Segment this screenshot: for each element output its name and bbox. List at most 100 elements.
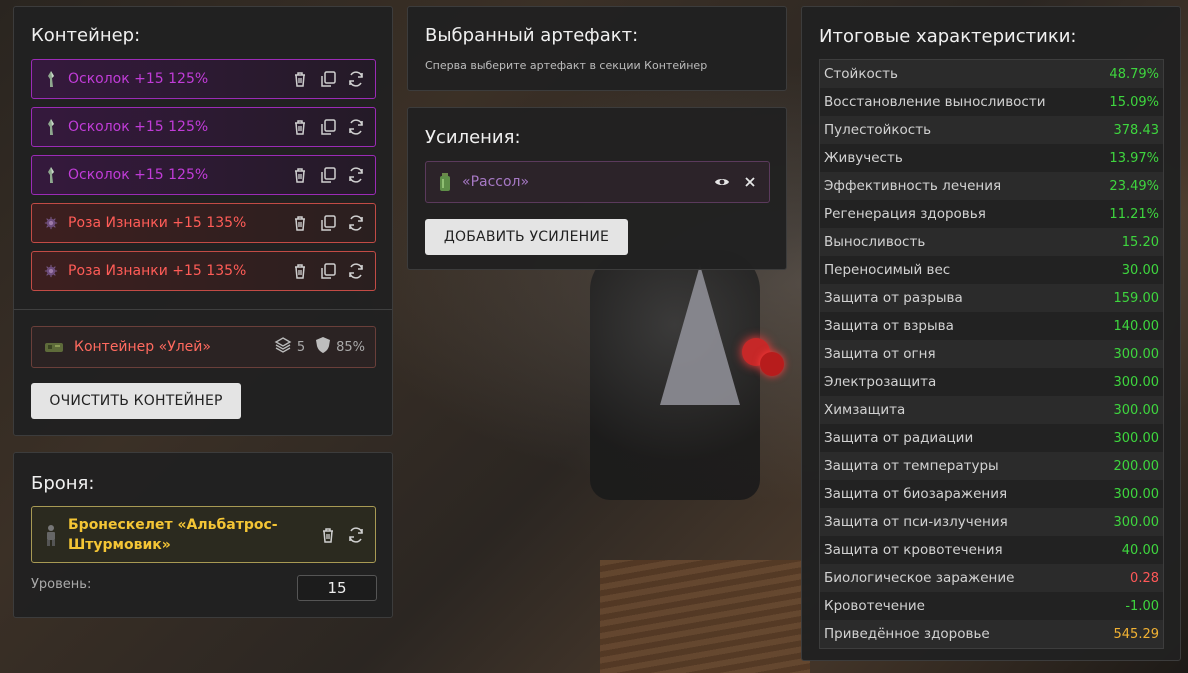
container-name: Контейнер «Улей»: [74, 339, 211, 355]
copy-icon[interactable]: [319, 70, 337, 88]
container-slots-value: 5: [296, 339, 306, 355]
trash-icon[interactable]: [291, 166, 309, 184]
trash-icon[interactable]: [291, 118, 309, 136]
stat-value: 300.00: [1113, 430, 1160, 446]
swap-icon[interactable]: [347, 70, 365, 88]
stat-label: Защита от кровотечения: [824, 542, 1003, 558]
stat-value: 300.00: [1113, 486, 1160, 502]
swap-icon[interactable]: [347, 118, 365, 136]
stat-row: Стойкость 48.79%: [820, 60, 1163, 88]
stat-label: Защита от разрыва: [824, 290, 963, 306]
stat-value: 300.00: [1113, 346, 1160, 362]
stats-table: Стойкость 48.79% Восстановление выносливос…: [819, 59, 1164, 649]
stat-value: 15.20: [1121, 234, 1159, 250]
stat-row: Переносимый вес 30.00: [820, 256, 1163, 284]
level-input[interactable]: 15: [297, 575, 377, 601]
container-protection-value: 85%: [336, 339, 365, 355]
stat-row: Кровотечение -1.00: [820, 592, 1163, 620]
stat-value: 30.00: [1121, 262, 1159, 278]
stat-label: Защита от температуры: [824, 458, 999, 474]
container-panel: Контейнер: Осколок +15 125% Осколок +15 1…: [13, 6, 393, 436]
divider: [14, 309, 392, 310]
rose-icon: [44, 262, 58, 280]
shard-icon: [44, 118, 58, 136]
boost-actions: [713, 173, 759, 191]
stat-label: Защита от пси-излучения: [824, 514, 1008, 530]
swap-icon[interactable]: [347, 262, 365, 280]
swap-icon[interactable]: [347, 526, 365, 544]
background-wood-plank: [600, 560, 810, 673]
stat-row: Регенерация здоровья 11.21%: [820, 200, 1163, 228]
eye-icon[interactable]: [713, 173, 731, 191]
stat-label: Эффективность лечения: [824, 178, 1002, 194]
stat-label: Переносимый вес: [824, 262, 951, 278]
stat-row: Электрозащита 300.00: [820, 368, 1163, 396]
container-slots: 5: [274, 336, 305, 358]
armor-name-line1: Бронескелет «Альбатрос-: [68, 516, 278, 533]
background-robot-eye: [742, 338, 770, 366]
stat-row: Защита от радиации 300.00: [820, 424, 1163, 452]
trash-icon[interactable]: [319, 526, 337, 544]
stat-label: Электрозащита: [824, 374, 937, 390]
artifact-item[interactable]: Осколок +15 125%: [31, 155, 376, 195]
stat-row: Защита от температуры 200.00: [820, 452, 1163, 480]
boost-item[interactable]: «Рассол»: [425, 161, 770, 203]
stat-row: Защита от биозаражения 300.00: [820, 480, 1163, 508]
shield-icon: [315, 336, 331, 358]
shard-icon: [44, 166, 58, 184]
background-crystal: [660, 265, 740, 405]
artifact-name: Роза Изнанки +15 135%: [68, 215, 247, 231]
trash-icon[interactable]: [291, 262, 309, 280]
artifact-actions: [291, 118, 365, 136]
stat-label: Биологическое заражение: [824, 570, 1015, 586]
selected-artifact-hint: Сперва выберите артефакт в секции Контей…: [425, 59, 708, 72]
artifact-item[interactable]: Роза Изнанки +15 135%: [31, 251, 376, 291]
level-label: Уровень:: [31, 577, 92, 592]
container-item[interactable]: Контейнер «Улей» 5 85%: [31, 326, 376, 368]
stat-row: Химзащита 300.00: [820, 396, 1163, 424]
artifact-item[interactable]: Осколок +15 125%: [31, 107, 376, 147]
stats-panel: Итоговые характеристики: Стойкость 48.79%…: [801, 6, 1181, 661]
swap-icon[interactable]: [347, 214, 365, 232]
stat-label: Защита от взрыва: [824, 318, 954, 334]
stat-row: Защита от пси-излучения 300.00: [820, 508, 1163, 536]
stat-value: 0.28: [1130, 570, 1159, 586]
clear-container-button[interactable]: ОЧИСТИТЬ КОНТЕЙНЕР: [31, 383, 241, 419]
stat-value: 13.97%: [1109, 150, 1159, 166]
armor-item[interactable]: Бронескелет «Альбатрос- Штурмовик»: [31, 506, 376, 563]
trash-icon[interactable]: [291, 214, 309, 232]
shard-icon: [44, 70, 58, 88]
selected-artifact-panel: Выбранный артефакт: Сперва выберите арте…: [407, 6, 787, 91]
stat-label: Восстановление выносливости: [824, 94, 1046, 110]
stat-value: 11.21%: [1109, 206, 1159, 222]
add-boost-button[interactable]: ДОБАВИТЬ УСИЛЕНИЕ: [425, 219, 628, 255]
stat-label: Кровотечение: [824, 598, 925, 614]
stat-row: Биологическое заражение 0.28: [820, 564, 1163, 592]
copy-icon[interactable]: [319, 166, 337, 184]
copy-icon[interactable]: [319, 262, 337, 280]
artifact-item[interactable]: Роза Изнанки +15 135%: [31, 203, 376, 243]
artifact-item[interactable]: Осколок +15 125%: [31, 59, 376, 99]
container-protection: 85%: [315, 336, 365, 358]
artifact-actions: [291, 166, 365, 184]
boosts-title: Усиления:: [425, 127, 521, 148]
copy-icon[interactable]: [319, 118, 337, 136]
stat-label: Регенерация здоровья: [824, 206, 986, 222]
stat-value: 378.43: [1113, 122, 1160, 138]
background-robot-eye: [760, 352, 784, 376]
artifact-actions: [291, 70, 365, 88]
trash-icon[interactable]: [291, 70, 309, 88]
stat-label: Защита от огня: [824, 346, 936, 362]
stat-value: 545.29: [1113, 626, 1160, 642]
swap-icon[interactable]: [347, 166, 365, 184]
exoskeleton-icon: [44, 524, 58, 546]
container-title: Контейнер:: [31, 25, 141, 46]
copy-icon[interactable]: [319, 214, 337, 232]
close-icon[interactable]: [741, 173, 759, 191]
artifact-name: Осколок +15 125%: [68, 71, 209, 87]
stat-label: Живучесть: [824, 150, 903, 166]
rose-icon: [44, 214, 58, 232]
boosts-panel: Усиления: «Рассол» ДОБАВИТЬ УСИЛЕНИЕ: [407, 107, 787, 270]
artifact-name: Осколок +15 125%: [68, 119, 209, 135]
stat-value: 15.09%: [1109, 94, 1159, 110]
